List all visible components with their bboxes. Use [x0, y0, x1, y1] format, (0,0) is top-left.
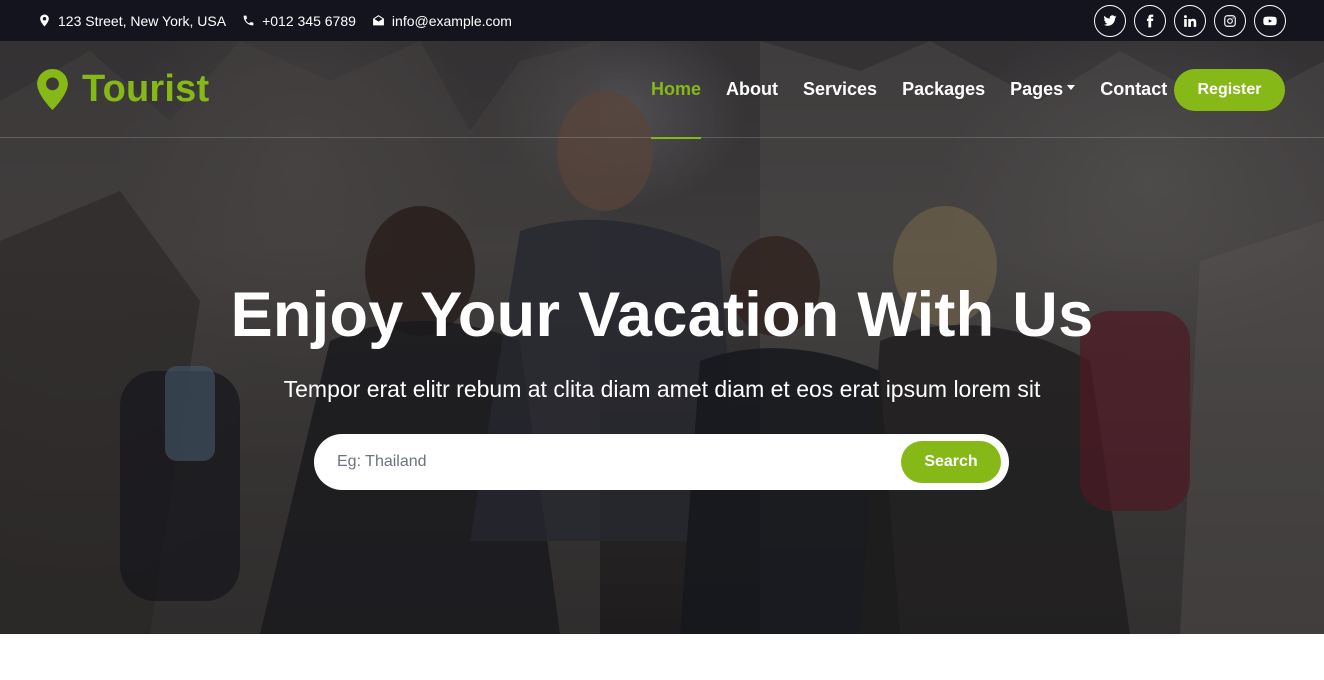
phone-icon: [242, 14, 255, 27]
destination-search-bar: Search: [314, 434, 1009, 490]
nav-pages-label: Pages: [1010, 79, 1064, 99]
search-button[interactable]: Search: [901, 441, 1001, 483]
nav-contact[interactable]: Contact: [1100, 41, 1167, 138]
youtube-icon: [1263, 14, 1277, 28]
linkedin-icon: [1183, 14, 1197, 28]
email-item: info@example.com: [372, 13, 512, 29]
register-button[interactable]: Register: [1174, 69, 1285, 111]
phone-text: +012 345 6789: [262, 12, 356, 29]
main-nav: Home About Services Packages Pages Conta…: [651, 41, 1167, 139]
map-marker-icon: [37, 69, 68, 110]
brand-name: Tourist: [82, 68, 210, 110]
nav-about[interactable]: About: [726, 41, 778, 138]
hero-subtitle: Tempor erat elitr rebum at clita diam am…: [283, 376, 1041, 402]
facebook-icon: [1143, 14, 1157, 28]
envelope-icon: [372, 14, 385, 27]
social-links: [1094, 4, 1286, 37]
nav-home[interactable]: Home: [651, 41, 702, 139]
instagram-icon: [1223, 14, 1237, 28]
phone-item: +012 345 6789: [242, 13, 356, 29]
twitter-link[interactable]: [1094, 4, 1126, 37]
top-info-bar: 123 Street, New York, USA +012 345 6789 …: [0, 0, 1324, 41]
brand-logo[interactable]: Tourist: [37, 68, 209, 111]
nav-services[interactable]: Services: [803, 41, 877, 138]
instagram-link[interactable]: [1214, 4, 1246, 37]
address-text: 123 Street, New York, USA: [58, 12, 227, 29]
map-marker-icon: [38, 14, 51, 27]
destination-search-input[interactable]: [337, 447, 897, 477]
address-item: 123 Street, New York, USA: [38, 13, 226, 29]
navbar: Tourist Home About Services Packages Pag…: [0, 41, 1324, 139]
nav-packages[interactable]: Packages: [902, 41, 985, 138]
facebook-link[interactable]: [1134, 4, 1166, 37]
email-text: info@example.com: [391, 12, 512, 29]
hero-title: Enjoy Your Vacation With Us: [230, 280, 1094, 350]
caret-down-icon: [1067, 85, 1076, 90]
contact-info: 123 Street, New York, USA +012 345 6789 …: [38, 13, 512, 29]
nav-pages-dropdown[interactable]: Pages: [1010, 41, 1076, 138]
youtube-link[interactable]: [1254, 4, 1286, 37]
linkedin-link[interactable]: [1174, 4, 1206, 37]
twitter-icon: [1103, 14, 1117, 28]
